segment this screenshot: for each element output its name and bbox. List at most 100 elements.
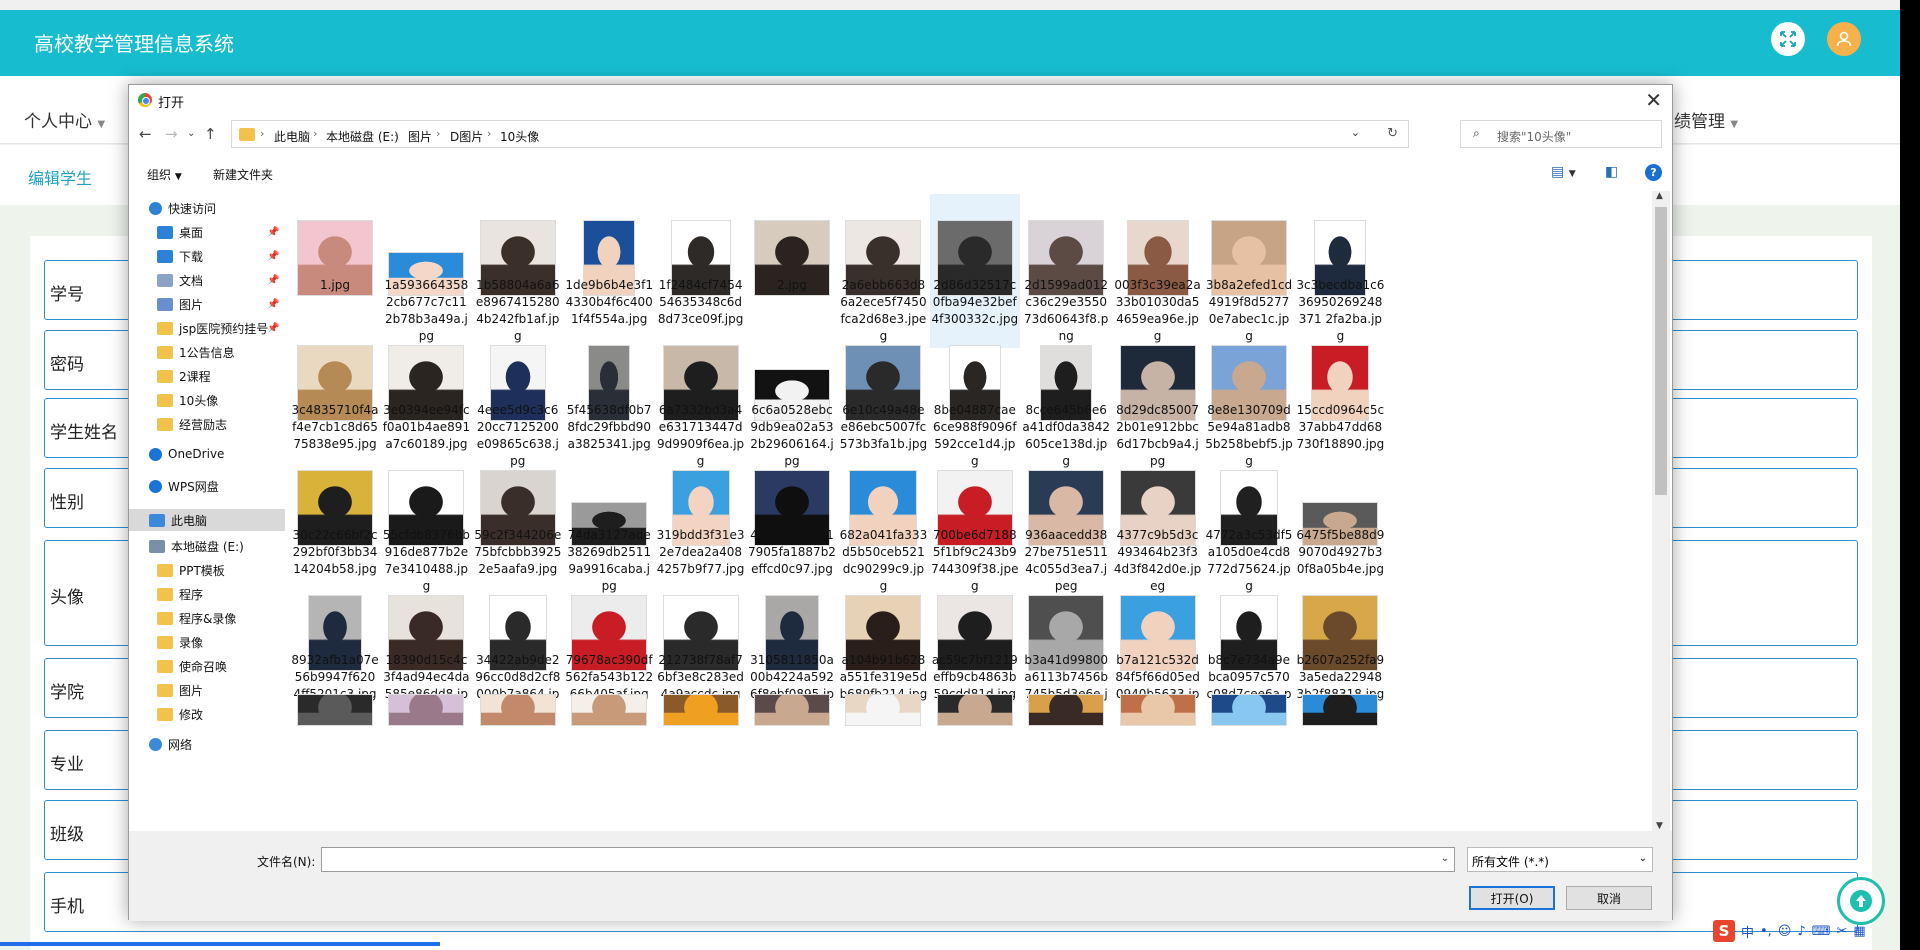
fullscreen-icon[interactable] — [1771, 22, 1805, 56]
up-arrow-icon[interactable]: ↑ — [204, 125, 217, 143]
file-item[interactable] — [839, 695, 927, 831]
nav-item-label: 图片 — [179, 297, 204, 312]
nav-item[interactable]: 程序&录像 — [157, 607, 236, 629]
nav-grades[interactable]: 绩管理 ▼ — [1674, 107, 1738, 132]
mic-icon[interactable]: ♪ — [1797, 924, 1805, 939]
nav-item-label: 桌面 — [179, 225, 204, 240]
file-name: 2.jpg — [776, 278, 808, 292]
nav-item[interactable]: 1公告信息 — [157, 341, 235, 363]
file-item[interactable] — [382, 695, 470, 831]
nav-item[interactable]: 桌面 📌 — [157, 221, 279, 243]
nav-item[interactable]: 网络 — [149, 733, 192, 755]
skin-icon[interactable]: ✂ — [1836, 924, 1847, 939]
search-input[interactable]: ⌕ 搜索"10头像" — [1460, 120, 1662, 148]
refresh-icon[interactable]: ↻ — [1387, 126, 1398, 141]
pin-icon: 📌 — [267, 250, 280, 262]
drive-icon — [149, 539, 165, 553]
nav-item[interactable]: WPS网盘 — [149, 475, 219, 497]
scroll-up-icon[interactable]: ▲ — [1656, 191, 1663, 201]
scroll-thumb[interactable] — [1655, 207, 1667, 495]
file-item[interactable] — [291, 695, 379, 831]
file-item[interactable] — [474, 695, 562, 831]
user-avatar-icon[interactable] — [1827, 22, 1861, 56]
nav-personal-center[interactable]: 个人中心 ▼ — [24, 107, 105, 132]
preview-pane-icon[interactable]: ◧ — [1605, 164, 1618, 180]
crumb-d-pictures[interactable]: D图片 — [450, 128, 483, 145]
ime-punct-icon[interactable]: •, — [1760, 924, 1772, 939]
file-item[interactable] — [1296, 695, 1384, 831]
chevron-down-icon[interactable]: ⌄ — [1351, 126, 1360, 139]
file-item[interactable] — [1205, 695, 1293, 831]
grid-icon[interactable]: ▦ — [1853, 924, 1865, 939]
crumb-this-pc[interactable]: 此电脑 — [274, 128, 310, 145]
nav-item-label: 本地磁盘 (E:) — [171, 539, 244, 554]
help-icon[interactable]: ? — [1645, 164, 1662, 181]
nav-item-label: 修改 — [179, 707, 204, 722]
forward-arrow-icon[interactable]: → — [165, 125, 178, 143]
app-header: 高校教学管理信息系统 — [0, 10, 1900, 76]
filename-input[interactable]: ⌄ — [321, 847, 1455, 872]
tab-edit-student[interactable]: 编辑学生 — [28, 165, 92, 189]
nav-item[interactable]: 快速访问 — [149, 197, 216, 219]
nav-item[interactable]: 10头像 — [157, 389, 218, 411]
recent-dropdown-icon[interactable]: ⌄ — [187, 128, 195, 139]
organize-button[interactable]: 组织 ▼ — [147, 166, 182, 183]
nav-item[interactable]: 使命召唤 — [157, 655, 227, 677]
filetype-select[interactable]: 所有文件 (*.*) ⌄ — [1467, 847, 1653, 872]
nav-item[interactable]: PPT模板 — [157, 559, 225, 581]
close-icon[interactable]: ✕ — [1645, 88, 1662, 112]
crumb-drive-e[interactable]: 本地磁盘 (E:) — [326, 128, 399, 145]
image-thumbnail — [389, 695, 464, 725]
nav-item-label: 程序 — [179, 587, 204, 602]
folder-icon — [157, 707, 173, 721]
cancel-button[interactable]: 取消 — [1566, 886, 1652, 910]
back-arrow-icon[interactable]: ← — [139, 125, 152, 143]
file-item[interactable] — [565, 695, 653, 831]
folder-icon — [157, 563, 173, 577]
nav-item-label: 下载 — [179, 249, 204, 264]
file-list-scrollbar[interactable]: ▲ ▼ — [1652, 191, 1670, 831]
sogou-icon[interactable]: S — [1713, 920, 1735, 942]
nav-item[interactable]: 经营励志 — [157, 413, 227, 435]
nav-item[interactable]: 图片 — [157, 679, 203, 701]
nav-item[interactable]: 程序 — [157, 583, 203, 605]
folder-icon — [157, 321, 173, 335]
nav-item[interactable]: jsp医院预约挂号 📌 — [157, 317, 279, 339]
nav-item[interactable]: 本地磁盘 (E:) — [149, 535, 244, 557]
crumb-pictures[interactable]: 图片 — [408, 128, 432, 145]
file-item[interactable] — [657, 695, 745, 831]
pin-icon: 📌 — [267, 274, 280, 286]
view-icon[interactable]: ▤ ▼ — [1551, 164, 1576, 180]
form-label: 学号 — [50, 285, 84, 305]
file-item[interactable] — [1114, 695, 1202, 831]
chevron-right-icon: › — [436, 127, 441, 140]
new-folder-button[interactable]: 新建文件夹 — [213, 166, 273, 183]
open-button[interactable]: 打开(O) — [1469, 886, 1555, 910]
image-thumbnail — [663, 695, 738, 725]
system-tray: S 中 •, ☺ ♪ ⌨ ✂ ▦ — [1713, 918, 1900, 944]
pin-icon: 📌 — [267, 226, 280, 238]
nav-item[interactable]: 此电脑 — [129, 509, 285, 531]
folder-icon — [157, 659, 173, 673]
nav-item[interactable]: 下载 📌 — [157, 245, 279, 267]
nav-item[interactable]: 文档 📌 — [157, 269, 279, 291]
form-label: 专业 — [50, 755, 84, 775]
cloud-icon — [149, 447, 162, 461]
nav-item[interactable]: 修改 — [157, 703, 203, 725]
file-item[interactable] — [748, 695, 836, 831]
nav-item[interactable]: 录像 — [157, 631, 203, 653]
nav-item-label: WPS网盘 — [168, 479, 219, 494]
ime-lang[interactable]: 中 — [1741, 922, 1754, 941]
network-icon — [149, 737, 162, 751]
file-item[interactable] — [931, 695, 1019, 831]
emoji-icon[interactable]: ☺ — [1778, 924, 1792, 939]
keyboard-icon[interactable]: ⌨ — [1812, 924, 1831, 939]
path-box[interactable]: › 此电脑 › 本地磁盘 (E:) › 图片 › D图片 › 10头像 ⌄ ↻ — [231, 120, 1409, 148]
crumb-10-avatars[interactable]: 10头像 — [500, 128, 539, 145]
chevron-down-icon[interactable]: ⌄ — [1441, 853, 1449, 864]
file-item[interactable] — [1022, 695, 1110, 831]
nav-item[interactable]: 图片 📌 — [157, 293, 279, 315]
nav-item[interactable]: OneDrive — [149, 443, 224, 465]
scroll-down-icon[interactable]: ▼ — [1656, 821, 1663, 831]
nav-item[interactable]: 2课程 — [157, 365, 211, 387]
